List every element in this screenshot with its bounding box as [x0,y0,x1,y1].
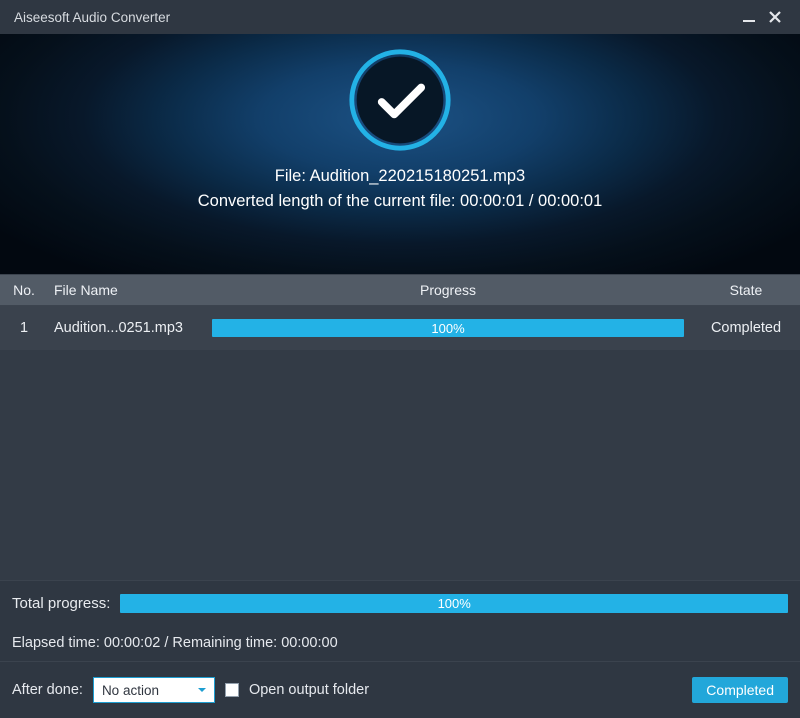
total-progress-row: Total progress: 100% [0,580,800,625]
total-progress-percent: 100% [438,596,471,611]
times-row: Elapsed time: 00:00:02 / Remaining time:… [0,625,800,662]
row-progress-percent: 100% [431,321,464,336]
completed-button-label: Completed [706,682,774,698]
row-progress-cell: 100% [204,319,692,337]
close-icon [768,10,782,24]
table-row: 1 Audition...0251.mp3 100% Completed [0,306,800,350]
window-title: Aiseesoft Audio Converter [14,10,170,25]
col-header-state: State [692,282,800,298]
open-output-label: Open output folder [249,682,369,698]
list-empty-area [0,350,800,580]
total-progress-label: Total progress: [12,595,110,612]
minimize-button[interactable] [736,4,762,30]
titlebar: Aiseesoft Audio Converter [0,0,800,34]
row-file-name: Audition...0251.mp3 [48,320,204,336]
col-header-filename: File Name [48,282,204,298]
table-header: No. File Name Progress State [0,274,800,306]
file-label-prefix: File: [275,167,310,185]
completed-button[interactable]: Completed [692,677,788,703]
hero-panel: File: Audition_220215180251.mp3 Converte… [0,34,800,274]
row-state: Completed [692,320,800,336]
col-header-no: No. [0,282,48,298]
app-window: Aiseesoft Audio Converter File: Audition… [0,0,800,718]
after-done-label: After done: [12,682,83,698]
row-progress-bar: 100% [212,319,684,337]
file-name: Audition_220215180251.mp3 [310,167,526,185]
after-done-value: No action [102,683,159,698]
success-checkmark-icon [347,47,453,153]
close-button[interactable] [762,4,788,30]
row-no: 1 [0,320,48,336]
col-header-progress: Progress [204,282,692,298]
total-progress-bar: 100% [120,594,788,613]
current-file-line: File: Audition_220215180251.mp3 [275,167,525,186]
chevron-down-icon [196,684,208,696]
minimize-icon [742,10,756,24]
footer: After done: No action Open output folder… [0,662,800,718]
times-text: Elapsed time: 00:00:02 / Remaining time:… [12,635,338,651]
converted-length-line: Converted length of the current file: 00… [198,192,603,211]
open-output-checkbox[interactable] [225,683,239,697]
after-done-select[interactable]: No action [93,677,215,703]
